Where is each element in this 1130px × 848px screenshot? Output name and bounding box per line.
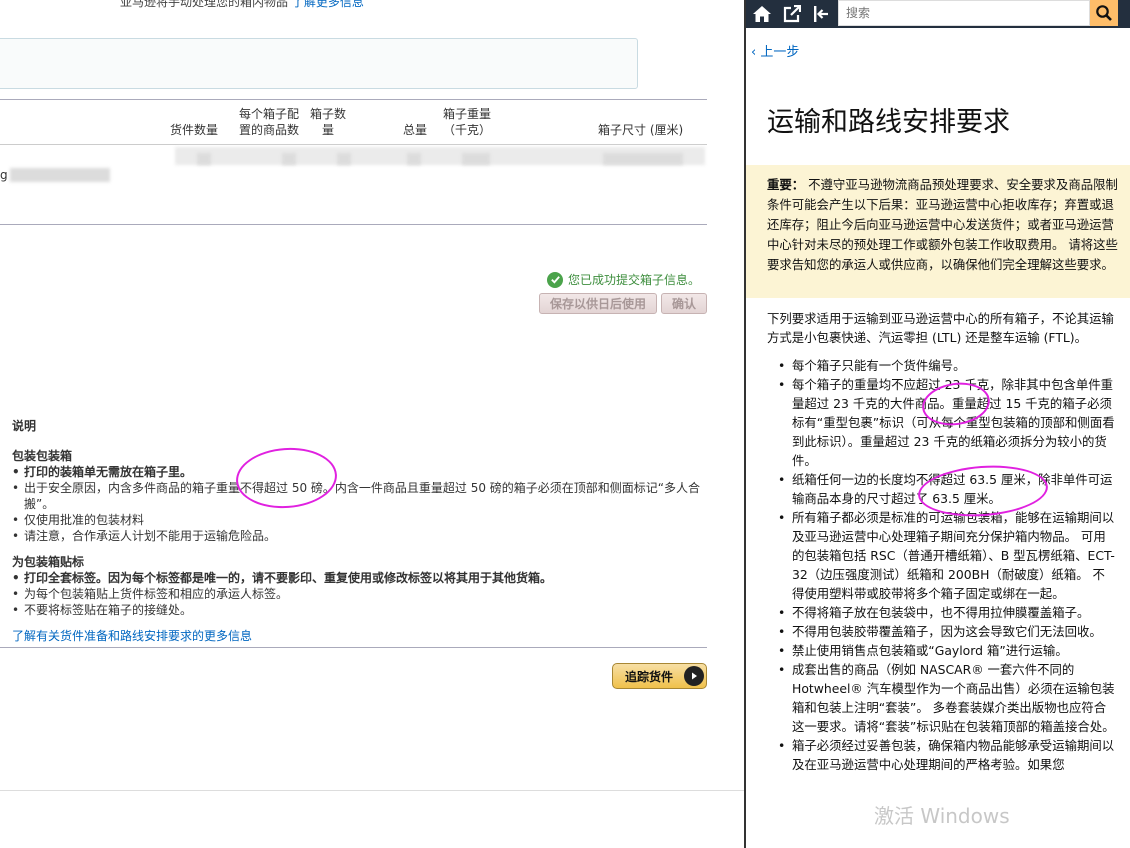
top-note: 亚马逊将手动处理您的箱内物品 了解更多信息 [120,0,364,10]
top-note-learn-more-link[interactable]: 了解更多信息 [292,0,364,9]
success-message: 您已成功提交箱子信息。 [547,271,700,288]
table-bottom-divider [0,224,707,225]
open-new-window-icon[interactable] [781,3,803,25]
labeling-list: 打印全套标签。因为每个标签都是唯一的，请不要影印、重复使用或修改标签以将其用于其… [12,570,712,618]
instructions-section: 说明 包装包装箱 打印的装箱单无需放在箱子里。 出于安全原因，内含多件商品的箱子… [12,418,712,644]
help-search-button[interactable] [1090,0,1118,26]
packing-item: 出于安全原因，内含多件商品的箱子重量不得超过 50 磅。内含一件商品且重量超过 … [12,480,712,512]
windows-activation-watermark: 激活 Windows [874,804,1010,828]
track-shipment-button[interactable]: 追踪货件 [612,663,707,689]
redacted-product-name [10,168,110,182]
redacted-cell-per-box [282,153,296,165]
back-link-label: 上一步 [760,45,800,60]
redacted-cell-units [197,153,211,165]
packing-item: 打印的装箱单无需放在箱子里。 [12,464,712,480]
requirement-item: 所有箱子都必须是标准的可运输包装箱，能够在运输期间以及亚马逊运营中心处理箱子期间… [772,508,1117,603]
confirm-button[interactable]: 确认 [661,293,707,314]
shipping-requirements-link[interactable]: 了解有关货件准备和路线安排要求的更多信息 [12,628,712,644]
col-box-weight-line1: 箱子重量 [443,107,492,121]
packing-list: 打印的装箱单无需放在箱子里。 出于安全原因，内含多件商品的箱子重量不得超过 50… [12,464,712,544]
requirement-item: 每个箱子只能有一个货件编号。 [772,356,1117,375]
help-search-field[interactable] [838,0,1090,26]
col-box-count-line1: 箱子数 [310,107,347,121]
redacted-cell-box-count [337,153,351,165]
requirement-item: 禁止使用销售点包装箱或“Gaylord 箱”进行运输。 [772,641,1117,660]
instructions-heading: 说明 [12,419,37,433]
redacted-cell-total [407,153,421,165]
help-page-title: 运输和路线安排要求 [767,107,1010,138]
col-total: 总量 [403,123,428,137]
labeling-item: 为每个包装箱贴上货件标签和相应的承运人标签。 [12,586,712,602]
row-product-prefix: g [0,168,8,182]
alert-text: 不遵守亚马逊物流商品预处理要求、安全要求及商品限制条件可能会产生以下后果：亚马逊… [767,177,1118,272]
footer-divider [0,790,744,791]
top-note-text: 亚马逊将手动处理您的箱内物品 [120,0,289,9]
important-alert: 重要： 不遵守亚马逊物流商品预处理要求、安全要求及商品限制条件可能会产生以下后果… [746,165,1130,298]
table-header-divider [0,144,707,145]
col-box-dimensions: 箱子尺寸 (厘米) [598,123,684,137]
col-box-weight: 箱子重量 （千克） [443,106,491,138]
labeling-heading: 为包装箱贴标 [12,555,85,569]
col-box-count: 箱子数 量 [310,106,346,138]
chevron-left-icon: ‹ [751,45,757,60]
col-box-weight-line2: （千克） [443,123,492,137]
col-units-per-box: 每个箱子配 置的商品数 [239,106,299,138]
search-icon [1096,5,1112,21]
home-icon[interactable] [751,3,773,25]
alert-label: 重要： [767,177,805,192]
col-units-per-box-line2: 置的商品数 [239,123,300,137]
comment-textarea[interactable] [0,38,638,89]
check-circle-icon [547,271,563,288]
instructions-bottom-divider [0,647,707,648]
packing-item: 仅使用批准的包装材料 [12,512,712,528]
col-units: 货件数量 [170,123,219,137]
help-intro: 下列要求适用于运输到亚马逊运营中心的所有箱子，不论其运输方式是小包裹快递、汽运零… [767,311,1114,345]
track-shipment-label: 追踪货件 [625,669,674,684]
requirement-item: 箱子必须经过妥善包装，确保箱内物品能够承受运输期间以及在亚马逊运营中心处理期间的… [772,736,1117,774]
help-body: 下列要求适用于运输到亚马逊运营中心的所有箱子，不论其运输方式是小包裹快递、汽运零… [767,309,1117,774]
help-search-input[interactable] [839,1,1089,25]
labeling-item: 不要将标签贴在箱子的接缝处。 [12,602,712,618]
save-for-later-button[interactable]: 保存以供日后使用 [539,293,657,314]
redacted-cell-dimensions [603,153,683,165]
help-toolbar [746,0,1130,28]
col-units-per-box-line1: 每个箱子配 [239,107,300,121]
table-top-divider [0,99,707,100]
redacted-cell-weight [462,153,490,165]
requirement-item: 不得将箱子放在包装袋中，也不得用拉伸膜覆盖箱子。 [772,603,1117,622]
requirement-item: 成套出售的商品（例如 NASCAR® 一套六件不同的 Hotwheel® 汽车模… [772,660,1117,736]
col-box-count-line2: 量 [322,123,335,137]
packing-item: 请注意，合作承运人计划不能用于运输危险品。 [12,528,712,544]
labeling-item: 打印全套标签。因为每个标签都是唯一的，请不要影印、重复使用或修改标签以将其用于其… [12,570,712,586]
back-link[interactable]: ‹ 上一步 [751,41,799,60]
success-message-text: 您已成功提交箱子信息。 [568,273,701,287]
help-panel: ‹ 上一步 运输和路线安排要求 重要： 不遵守亚马逊物流商品预处理要求、安全要求… [744,0,1130,848]
shipment-main-pane: 亚马逊将手动处理您的箱内物品 了解更多信息 货件数量 每个箱子配 置的商品数 箱… [0,0,744,848]
requirement-item: 不得用包装胶带覆盖箱子，因为这会导致它们无法回收。 [772,622,1117,641]
dock-panel-icon[interactable] [810,3,832,25]
play-arrow-icon [684,666,704,686]
packing-heading: 包装包装箱 [12,449,73,463]
